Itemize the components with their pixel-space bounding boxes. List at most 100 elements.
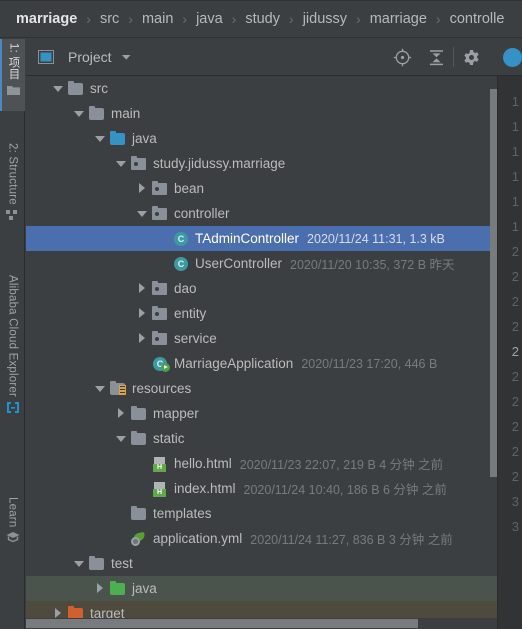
gutter-line-number: 2 [511,319,519,334]
tree-row-meta: 2020/11/23 17:20, 446 B [301,356,438,371]
breadcrumb-item-marriage[interactable]: marriage [16,11,77,27]
folder-icon [131,430,148,447]
tree-row[interactable]: static [26,426,497,451]
gutter-line-number: 1 [511,169,519,184]
tree-row[interactable]: resources [26,376,497,401]
tool-tab-project-label: 1: 项目 [7,43,20,80]
gutter-line-number: 2 [511,419,519,434]
package-icon [152,280,169,297]
tree-row-label: templates [153,506,212,521]
excluded-folder-icon [68,605,85,619]
breadcrumb-item-study[interactable]: study [245,11,280,27]
tree-row[interactable]: dao [26,276,497,301]
locate-icon[interactable] [385,39,419,76]
breadcrumb-item-java[interactable]: java [196,11,223,27]
tree-row[interactable]: Hindex.html 2020/11/24 10:40, 186 B 6 分钟 … [26,476,497,501]
gear-icon[interactable] [454,39,488,76]
tree-row[interactable]: bean [26,176,497,201]
tool-tab-structure[interactable]: 2: Structure [0,143,25,224]
tool-tab-alibaba-cloud-explorer[interactable]: Alibaba Cloud Explorer [0,275,25,417]
breadcrumb-separator: › [435,11,441,27]
folder-icon [68,80,85,97]
runnable-class-icon: C [152,356,170,372]
breadcrumb-item-jidussy[interactable]: jidussy [303,11,347,27]
editor-gutter-top [497,39,522,76]
chevron-right-icon[interactable] [137,333,148,344]
editor-corner-icon [503,48,522,67]
tree-row[interactable]: Hhello.html 2020/11/23 22:07, 219 B 4 分钟 … [26,451,497,476]
chevron-right-icon[interactable] [137,283,148,294]
package-icon [152,205,169,222]
breadcrumb-separator: › [182,11,188,27]
resources-folder-icon [110,380,127,397]
tree-row[interactable]: study.jidussy.marriage [26,151,497,176]
tree-row[interactable]: test [26,551,497,576]
tree-row[interactable]: src [26,76,497,101]
gutter-line-number: 2 [511,444,519,459]
tree-row-label: static [153,431,185,446]
tree-row[interactable]: controller [26,201,497,226]
tree-row-label: bean [174,181,205,196]
chevron-down-icon[interactable] [95,383,106,394]
gutter-line-number: 1 [511,219,519,234]
chevron-down-icon[interactable] [116,433,127,444]
breadcrumb-item-src[interactable]: src [100,11,119,27]
tree-row[interactable]: C UserController 2020/11/20 10:35, 372 B 昨… [26,251,497,276]
tree-row[interactable]: java [26,126,497,151]
folder-icon [131,405,148,422]
editor-gutter: 1 1 1 1 1 1 2 2 2 2 2 2 2 2 2 2 3 3 [497,39,522,629]
html-file-icon: H [152,481,169,497]
tree-row[interactable]: target [26,601,497,619]
chevron-right-icon[interactable] [95,583,106,594]
tree-row[interactable]: C MarriageApplication 2020/11/23 17:20, 44… [26,351,497,376]
project-tree[interactable]: src main java study.jidussy.marriage bean con… [26,76,497,619]
tree-row-label: resources [132,381,192,396]
tree-row[interactable]: service [26,326,497,351]
chevron-down-icon[interactable] [74,558,85,569]
folder-icon [89,105,106,122]
tree-row[interactable]: C TAdminController 2020/11/24 11:31, 1.3 k… [26,226,497,251]
package-icon [152,305,169,322]
tree-row-label: hello.html [174,456,232,471]
tree-hscroll-thumb[interactable] [26,619,418,628]
collapse-all-icon[interactable] [419,39,453,76]
tree-row[interactable]: main [26,101,497,126]
tool-tab-project[interactable]: 1: 项目 [0,39,25,111]
tree-horizontal-scrollbar[interactable] [26,618,497,629]
tree-row-meta: 2020/11/24 10:40, 186 B 6 分钟 之前 [243,483,447,497]
tree-row-label: src [90,81,108,96]
tool-tab-learn[interactable]: Learn [0,497,25,546]
structure-icon [6,209,19,224]
tree-row[interactable]: entity [26,301,497,326]
gutter-line-number: 2 [511,469,519,484]
tree-row[interactable]: templates [26,501,497,526]
chevron-right-icon[interactable] [137,183,148,194]
breadcrumb-item-marriage[interactable]: marriage [370,11,427,27]
tree-row-label: java [132,131,157,146]
chevron-right-icon[interactable] [137,308,148,319]
tree-row[interactable]: mapper [26,401,497,426]
chevron-down-icon[interactable] [116,158,127,169]
tree-row[interactable]: java [26,576,497,601]
chevron-down-icon[interactable] [74,108,85,119]
cloud-icon [6,401,20,417]
breadcrumb-item-controlle[interactable]: controlle [450,11,505,27]
chevron-down-icon[interactable] [121,53,132,61]
tool-tab-cloud-label: Alibaba Cloud Explorer [6,275,19,398]
chevron-down-icon[interactable] [95,133,106,144]
project-view-icon [38,50,54,64]
tree-row-label: controller [174,206,230,221]
breadcrumb-item-main[interactable]: main [142,11,173,27]
breadcrumb: marriage › src › main › java › study › jidussy › mar… [0,0,522,38]
chevron-down-icon[interactable] [53,83,64,94]
chevron-right-icon[interactable] [116,408,127,419]
tree-row-meta: 2020/11/23 22:07, 219 B 4 分钟 之前 [239,458,444,472]
chevron-down-icon[interactable] [137,208,148,219]
gutter-line-number: 2 [511,294,519,309]
tree-row[interactable]: application.yml 2020/11/24 11:27, 836 B 3… [26,526,497,551]
